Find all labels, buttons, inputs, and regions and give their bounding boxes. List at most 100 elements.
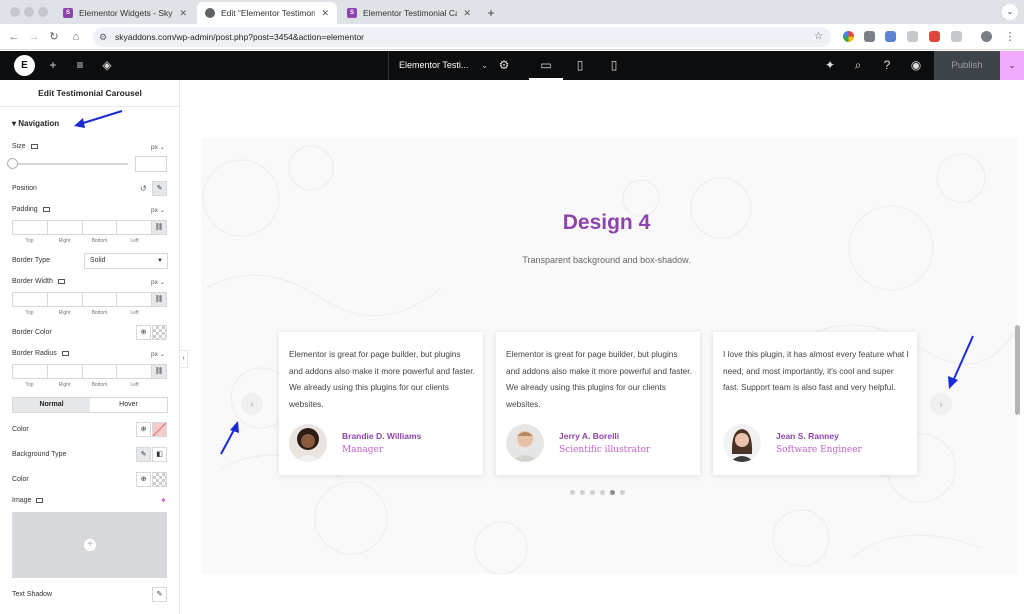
testimonial-role: Scientific illustrator — [559, 445, 651, 455]
desktop-responsive-icon[interactable] — [30, 143, 38, 149]
publish-options-chevron-icon[interactable]: ⌄ — [1000, 51, 1024, 80]
testimonial-quote: Elementor is great for page builder, but… — [289, 349, 475, 409]
border-radius-dimension-labels: Top Right Bottom Left — [25, 382, 139, 388]
wordpress-favicon-icon — [205, 8, 215, 18]
pagination-dot-active[interactable] — [610, 490, 615, 495]
border-type-label: Border Type — [12, 257, 51, 264]
tab-close-icon[interactable]: ✕ — [321, 8, 329, 19]
border-width-inputs[interactable] — [12, 292, 152, 307]
home-icon[interactable]: ⌂ — [68, 29, 84, 45]
add-image-plus-icon[interactable]: + — [84, 539, 96, 551]
border-radius-unit-select[interactable]: px ⌄ — [151, 350, 165, 358]
search-icon[interactable]: ⌕ — [851, 58, 865, 72]
mobile-icon[interactable]: ▯ — [607, 58, 621, 72]
chrome-extension-icon[interactable] — [843, 31, 854, 42]
tab-hover[interactable]: Hover — [90, 398, 167, 412]
padding-link-icon[interactable]: ⛓ — [151, 220, 167, 235]
desktop-responsive-icon[interactable] — [57, 278, 65, 284]
sky-addons-favicon-icon: S — [347, 8, 357, 18]
border-color-swatch[interactable] — [152, 325, 167, 340]
text-shadow-edit-pencil-icon[interactable]: ✎ — [152, 587, 167, 602]
window-minimize-dot[interactable] — [24, 7, 34, 17]
preview-eye-icon[interactable]: ◉ — [909, 58, 923, 72]
background-color-swatch[interactable] — [152, 472, 167, 487]
page-extension-icon[interactable] — [907, 31, 918, 42]
reload-icon[interactable]: ↻ — [46, 29, 62, 45]
size-slider-track[interactable] — [12, 163, 128, 165]
image-upload-box[interactable]: + — [12, 512, 167, 578]
tab-list-chevron-icon[interactable]: ⌄ — [1002, 4, 1018, 20]
canvas-scrollbar[interactable] — [1015, 325, 1020, 415]
publish-button[interactable]: Publish — [934, 51, 1000, 80]
border-radius-inputs[interactable] — [12, 364, 152, 379]
tab-close-icon[interactable]: ✕ — [179, 8, 187, 19]
desktop-view-tab[interactable]: ▭ — [529, 51, 563, 80]
border-radius-link-icon[interactable]: ⛓ — [151, 364, 167, 379]
padding-unit-select[interactable]: px ⌄ — [151, 206, 165, 214]
translate-extension-icon[interactable] — [885, 31, 896, 42]
site-info-icon[interactable]: ⚙ — [99, 27, 107, 47]
browser-tab-1[interactable]: S Elementor Widgets - Sky Addons ✕ — [55, 2, 195, 24]
tab-normal[interactable]: Normal — [13, 398, 90, 412]
structure-layers-icon[interactable]: ◈ — [100, 58, 114, 72]
browser-tab-2[interactable]: Edit “Elementor Testimonial Carousel” ✕ — [197, 2, 337, 24]
browser-tab-3[interactable]: S Elementor Testimonial Carousel ✕ — [339, 2, 479, 24]
testimonial-role: Manager — [342, 445, 384, 455]
global-colors-icon[interactable]: ⊕ — [136, 325, 151, 340]
site-settings-icon[interactable]: ≡ — [73, 58, 87, 72]
carousel-next-arrow-icon[interactable]: › — [930, 393, 952, 415]
notifications-megaphone-icon[interactable]: ✦ — [823, 58, 837, 72]
bookmark-star-icon[interactable]: ☆ — [814, 27, 823, 47]
chevron-down-icon: ⌄ — [481, 61, 488, 70]
reset-icon[interactable]: ↺ — [140, 184, 147, 193]
shield-extension-icon[interactable] — [864, 31, 875, 42]
color-swatch-empty[interactable] — [152, 422, 167, 437]
testimonial-card: Elementor is great for page builder, but… — [279, 332, 483, 475]
desktop-responsive-icon[interactable] — [36, 497, 44, 503]
pagination-dot[interactable] — [600, 490, 605, 495]
elementor-top-bar: E + ≡ ◈ Elementor Testi... ⌄ ⚙ ▭ ▯ ▯ ✦ ⌕… — [0, 51, 1024, 80]
border-width-link-icon[interactable]: ⛓ — [151, 292, 167, 307]
panel-collapse-toggle[interactable]: ‹ — [180, 350, 188, 368]
border-type-select[interactable]: Solid ▼ — [84, 253, 168, 269]
profile-avatar-icon[interactable] — [981, 31, 992, 42]
padding-inputs[interactable] — [12, 220, 152, 235]
help-icon[interactable]: ? — [880, 58, 894, 72]
window-zoom-dot[interactable] — [38, 7, 48, 17]
browser-menu-icon[interactable]: ⋮ — [1002, 29, 1018, 45]
size-input[interactable] — [135, 156, 167, 172]
testimonial-name: Jerry A. Borelli — [559, 431, 620, 441]
position-edit-pencil-icon[interactable]: ✎ — [152, 181, 167, 196]
elementor-logo-icon[interactable]: E — [14, 55, 35, 76]
pagination-dot[interactable] — [570, 490, 575, 495]
red-extension-icon[interactable] — [929, 31, 940, 42]
pagination-dot[interactable] — [590, 490, 595, 495]
size-unit-select[interactable]: px ⌄ — [151, 143, 165, 151]
address-bar[interactable]: ⚙ skyaddons.com/wp-admin/post.php?post=3… — [93, 27, 831, 47]
carousel-prev-arrow-icon[interactable]: ‹ — [241, 393, 263, 415]
window-close-dot[interactable] — [10, 7, 20, 17]
global-colors-icon[interactable]: ⊕ — [136, 422, 151, 437]
desktop-responsive-icon[interactable] — [61, 350, 69, 356]
back-arrow-icon[interactable]: ← — [6, 29, 22, 45]
forward-arrow-icon[interactable]: → — [26, 29, 42, 45]
pagination-dot[interactable] — [620, 490, 625, 495]
desktop-responsive-icon[interactable] — [42, 206, 50, 212]
background-classic-brush-icon[interactable]: ✎ — [136, 447, 151, 462]
pagination-dot[interactable] — [580, 490, 585, 495]
new-tab-button[interactable]: + — [481, 2, 501, 24]
add-element-icon[interactable]: + — [46, 58, 60, 72]
avatar — [723, 424, 761, 462]
puzzle-extensions-icon[interactable] — [951, 31, 962, 42]
tab-close-icon[interactable]: ✕ — [463, 8, 471, 19]
navigation-section-toggle[interactable]: ▾ Navigation — [12, 119, 59, 128]
border-width-unit-select[interactable]: px ⌄ — [151, 278, 165, 286]
page-settings-gear-icon[interactable]: ⚙ — [497, 58, 511, 72]
tablet-icon[interactable]: ▯ — [573, 58, 587, 72]
size-slider-handle[interactable] — [7, 158, 18, 169]
section-title: Design 4 — [562, 211, 651, 234]
global-colors-icon[interactable]: ⊕ — [136, 472, 151, 487]
background-gradient-icon[interactable]: ◧ — [152, 447, 167, 462]
border-color-label: Border Color — [12, 329, 52, 336]
ai-sparkle-icon[interactable]: ✦ — [160, 496, 167, 505]
